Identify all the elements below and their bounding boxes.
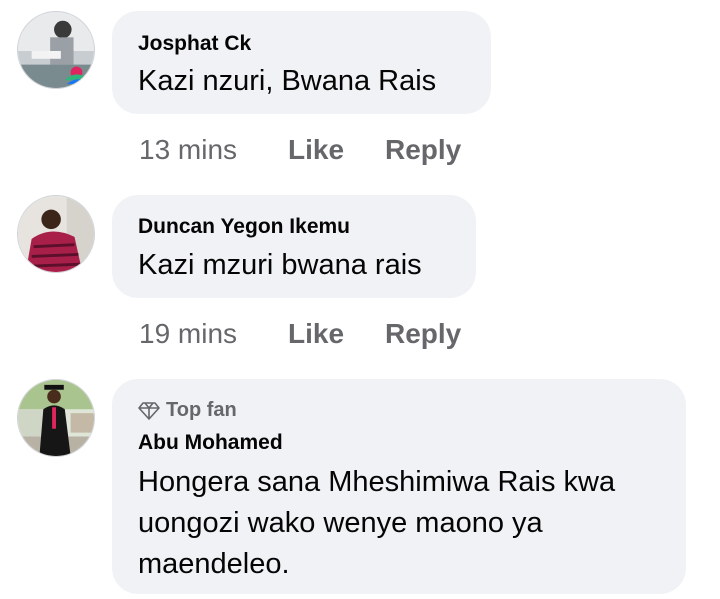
- reply-button[interactable]: Reply: [385, 134, 461, 166]
- comment-author[interactable]: Josphat Ck: [138, 32, 251, 56]
- comment-bubble: Top fan Abu Mohamed Hongera sana Mheshim…: [112, 379, 686, 594]
- comment-bubble: Josphat Ck Kazi nzuri, Bwana Rais: [112, 11, 491, 114]
- like-button[interactable]: Like: [288, 318, 344, 350]
- top-fan-badge: Top fan: [138, 399, 237, 422]
- comment-timestamp[interactable]: 19 mins: [139, 318, 237, 350]
- reply-button[interactable]: Reply: [385, 318, 461, 350]
- diamond-icon: [138, 401, 160, 420]
- comment-author[interactable]: Duncan Yegon Ikemu: [138, 215, 350, 239]
- comment-text-line: Hongera sana Mheshimiwa Rais kwa: [138, 466, 616, 498]
- avatar[interactable]: [17, 11, 95, 89]
- comment-bubble: Duncan Yegon Ikemu Kazi mzuri bwana rais: [112, 195, 476, 298]
- avatar-photo: [18, 12, 94, 88]
- avatar[interactable]: [17, 195, 95, 273]
- badge-label: Top fan: [166, 399, 237, 421]
- avatar[interactable]: [17, 379, 95, 457]
- comment-author[interactable]: Abu Mohamed: [138, 431, 283, 455]
- comment-text: Kazi nzuri, Bwana Rais: [138, 65, 437, 97]
- like-button[interactable]: Like: [288, 134, 344, 166]
- comment-text-line: maendeleo.: [138, 548, 290, 580]
- avatar-photo: [18, 380, 94, 456]
- comment-timestamp[interactable]: 13 mins: [139, 134, 237, 166]
- comment-text-line: uongozi wako wenye maono ya: [138, 507, 543, 539]
- comment-text: Kazi mzuri bwana rais: [138, 249, 422, 281]
- avatar-photo: [18, 196, 94, 272]
